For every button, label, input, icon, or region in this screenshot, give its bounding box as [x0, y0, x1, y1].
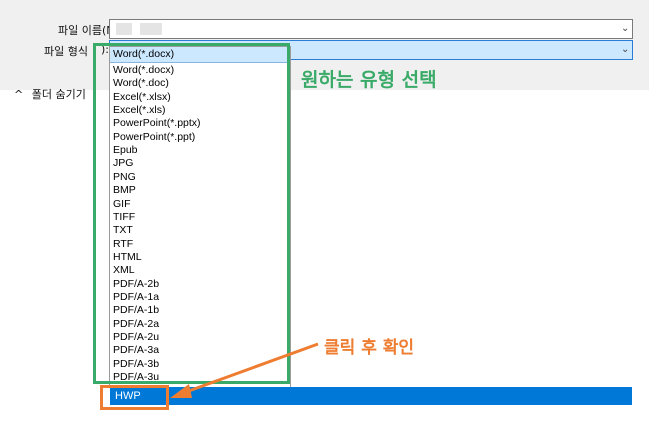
- annotation-arrow: [170, 342, 319, 398]
- arrow-head: [170, 384, 192, 398]
- arrow-line: [185, 342, 319, 394]
